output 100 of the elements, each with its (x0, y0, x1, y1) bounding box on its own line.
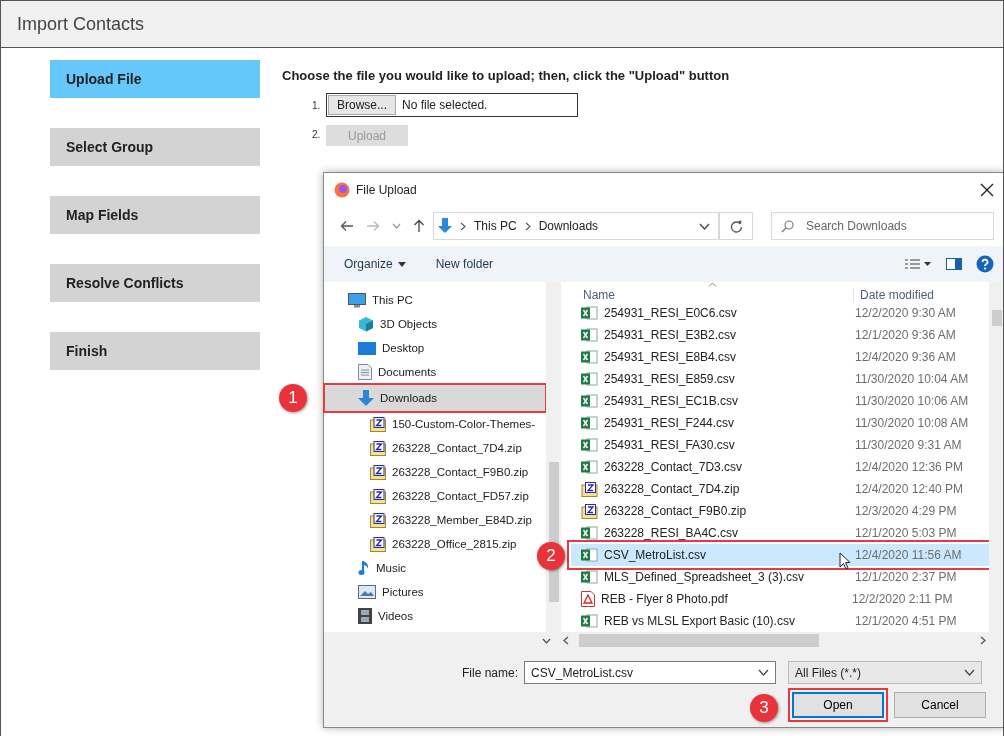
scrollbar[interactable] (546, 282, 561, 632)
open-button[interactable]: Open (792, 692, 884, 718)
chevron-down-icon[interactable] (699, 222, 710, 230)
nav-item[interactable]: Desktop (324, 336, 546, 360)
spreadsheet-file-icon (581, 394, 598, 408)
nav-item[interactable]: 263228_Contact_F9B0.zip (324, 460, 546, 484)
file-name: 254931_RESI_E8B4.csv (604, 350, 738, 364)
column-header[interactable]: Date modified (853, 288, 935, 302)
zip-folder-icon (581, 481, 598, 497)
chevron-right-icon[interactable] (980, 636, 986, 645)
search-field[interactable]: Search Downloads (771, 212, 994, 240)
spreadsheet-file-icon (581, 328, 598, 342)
file-row[interactable]: 263228_Contact_7D4.zip 12/4/2020 12:40 PM (571, 478, 989, 500)
file-date: 12/1/2020 5:03 PM (855, 526, 957, 540)
file-row[interactable]: 254931_RESI_FA30.csv 11/30/2020 9:31 AM (571, 434, 989, 456)
file-row[interactable]: 263228_Contact_F9B0.zip 12/3/2020 4:29 PM (571, 500, 989, 522)
scrollbar[interactable] (989, 282, 1003, 632)
zip-folder-icon (370, 416, 386, 432)
file-name: 254931_RESI_E3B2.csv (604, 328, 738, 342)
cancel-button[interactable]: Cancel (894, 692, 986, 718)
file-row[interactable]: REB vs MLSL Export Basic (10).csv 12/1/2020 4:51 PM (571, 610, 989, 632)
nav-item[interactable]: Documents (324, 360, 546, 384)
page-title: Import Contacts (17, 13, 145, 35)
refresh-icon (729, 219, 743, 233)
file-input[interactable]: Browse... No file selected. (326, 93, 578, 117)
file-date: 12/4/2020 12:36 PM (855, 460, 964, 474)
breadcrumb-item[interactable]: Downloads (538, 219, 599, 233)
step-tab[interactable]: Resolve Conflicts (50, 264, 260, 302)
chevron-down-icon (964, 669, 976, 676)
step-tab[interactable]: Map Fields (50, 196, 260, 234)
nav-item[interactable]: This PC (324, 288, 546, 312)
breadcrumb-item[interactable]: This PC (474, 219, 517, 233)
browser-logo-icon (334, 181, 350, 198)
spreadsheet-file-icon (581, 460, 598, 474)
nav-item[interactable]: 150-Custom-Color-Themes- (324, 412, 546, 436)
nav-item[interactable]: Pictures (324, 580, 546, 604)
up-arrow-icon[interactable] (413, 219, 425, 233)
file-row[interactable]: 263228_RESI_BA4C.csv 12/1/2020 5:03 PM (571, 522, 989, 544)
zip-folder-icon (370, 488, 386, 504)
file-row[interactable]: REB - Flyer 8 Photo.pdf 12/2/2020 2:11 PM (571, 588, 989, 610)
document-icon (358, 364, 372, 380)
spreadsheet-file-icon (581, 416, 598, 430)
pdf-file-icon (581, 591, 595, 607)
music-note-icon (358, 560, 370, 576)
spreadsheet-file-icon (581, 548, 598, 562)
search-icon (781, 220, 794, 233)
file-name: 254931_RESI_E0C6.csv (604, 306, 738, 320)
instruction-text: Choose the file you would like to upload; then, click the "Upload" button (282, 68, 730, 85)
film-icon (358, 608, 372, 624)
help-icon[interactable] (976, 255, 994, 273)
pictures-icon (358, 585, 376, 599)
new-folder-button[interactable]: New folder (435, 257, 494, 271)
file-row[interactable]: 254931_RESI_E0C6.csv 12/2/2020 9:30 AM (571, 302, 989, 324)
file-name: CSV_MetroList.csv (604, 548, 708, 562)
nav-item[interactable]: 3D Objects (324, 312, 546, 336)
organize-menu[interactable]: Organize (344, 257, 406, 271)
file-date: 12/1/2020 2:37 PM (855, 570, 957, 584)
column-header[interactable]: Name (571, 288, 853, 302)
zip-folder-icon (370, 512, 386, 528)
nav-item[interactable]: 263228_Contact_FD57.zip (324, 484, 546, 508)
chevron-down-icon[interactable] (542, 638, 551, 644)
step-tab[interactable]: Select Group (50, 128, 260, 166)
file-row[interactable]: 254931_RESI_EC1B.csv 11/30/2020 10:06 AM (571, 390, 989, 412)
file-row[interactable]: 254931_RESI_E8B4.csv 12/4/2020 9:36 AM (571, 346, 989, 368)
nav-item[interactable]: Videos (324, 604, 546, 628)
file-name-field[interactable]: CSV_MetroList.csv (524, 661, 777, 684)
sort-caret-icon (708, 282, 717, 287)
nav-item[interactable]: 263228_Contact_7D4.zip (324, 436, 546, 460)
file-row[interactable]: 254931_RESI_F244.csv 11/30/2020 10:08 AM (571, 412, 989, 434)
file-date: 12/4/2020 12:40 PM (855, 482, 964, 496)
chevron-left-icon[interactable] (563, 636, 569, 645)
zip-folder-icon (581, 503, 598, 519)
file-row[interactable]: 254931_RESI_E3B2.csv 12/1/2020 9:36 AM (571, 324, 989, 346)
step-tab[interactable]: Upload File (50, 60, 260, 98)
file-name: REB vs MLSL Export Basic (10).csv (604, 614, 796, 628)
file-name: 254931_RESI_E859.csv (604, 372, 736, 386)
spreadsheet-file-icon (581, 526, 598, 540)
file-row[interactable]: 263228_Contact_7D3.csv 12/4/2020 12:36 PM (571, 456, 989, 478)
step-number: 1. (312, 99, 322, 111)
step-number: 2. (312, 128, 322, 140)
file-date: 12/1/2020 4:51 PM (855, 614, 957, 628)
refresh-button[interactable] (719, 212, 753, 240)
file-name: REB - Flyer 8 Photo.pdf (601, 592, 729, 606)
file-date: 11/30/2020 9:31 AM (855, 438, 962, 452)
file-name: 254931_RESI_F244.csv (604, 416, 736, 430)
step-tab[interactable]: Finish (50, 332, 260, 370)
caret-icon (397, 261, 406, 267)
spreadsheet-file-icon (581, 614, 598, 628)
file-name: 263228_Contact_7D4.zip (604, 482, 741, 496)
preview-pane-icon[interactable] (946, 258, 962, 270)
callout-number: 1 (279, 384, 307, 412)
file-date: 12/4/2020 9:36 AM (855, 350, 956, 364)
file-type-dropdown[interactable]: All Files (*.*) (788, 661, 983, 684)
file-name: 254931_RESI_EC1B.csv (604, 394, 740, 408)
desktop-icon (358, 341, 376, 355)
back-arrow-icon[interactable] (340, 220, 354, 232)
file-row[interactable]: 254931_RESI_E859.csv 11/30/2020 10:04 AM (571, 368, 989, 390)
close-icon[interactable] (980, 182, 994, 197)
view-options-icon[interactable] (904, 258, 932, 270)
nav-item[interactable]: 263228_Member_E84D.zip (324, 508, 546, 532)
